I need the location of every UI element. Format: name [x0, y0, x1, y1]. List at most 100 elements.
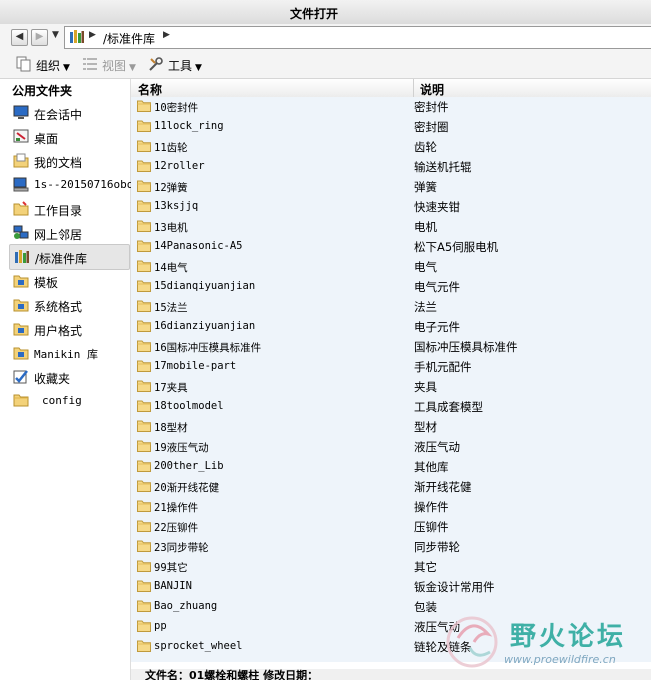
- table-row[interactable]: 11lock_ring 密封圈: [131, 117, 651, 137]
- history-dropdown-icon[interactable]: ▼: [52, 30, 59, 40]
- table-row[interactable]: 200ther_Lib 其他库: [131, 457, 651, 477]
- sidebar-item[interactable]: 网上邻居: [9, 221, 128, 245]
- row-name: 18toolmodel: [154, 400, 224, 412]
- column-header-description[interactable]: 说明: [420, 81, 444, 98]
- folder-icon: [137, 320, 151, 335]
- table-row[interactable]: 15法兰 法兰: [131, 297, 651, 317]
- folder-icon: [137, 180, 151, 195]
- folder-icon: [137, 400, 151, 415]
- row-name: 11lock_ring: [154, 120, 224, 132]
- sidebar-item[interactable]: 工作目录: [9, 197, 128, 221]
- file-rows: 10密封件 密封件 11lock_ring 密封圈 11齿轮 齿轮 12roller 输送机托…: [131, 97, 651, 662]
- table-row[interactable]: 10密封件 密封件: [131, 97, 651, 117]
- address-field[interactable]: ▶ /标准件库 ▶: [64, 26, 651, 49]
- row-name: 15法兰: [154, 302, 188, 314]
- table-row[interactable]: 12roller 输送机托辊: [131, 157, 651, 177]
- address-path[interactable]: /标准件库: [103, 30, 155, 47]
- row-name: BANJIN: [154, 580, 192, 592]
- row-name: 15dianqiyuanjian: [154, 280, 256, 292]
- column-divider[interactable]: [413, 79, 414, 97]
- file-list: 名称 说明 10密封件 密封件 11lock_ring 密封圈 11齿轮 齿轮 12roll…: [131, 79, 651, 669]
- sidebar-item[interactable]: 收藏夹: [9, 365, 128, 389]
- sidebar-item[interactable]: 1s--20150716obo: [9, 173, 133, 197]
- sidebar-item-label: 工作目录: [34, 204, 83, 218]
- table-row[interactable]: 14电气 电气: [131, 257, 651, 277]
- table-row[interactable]: 16dianziyuanjian 电子元件: [131, 317, 651, 337]
- sidebar-item-label: /标准件库: [35, 252, 88, 266]
- chevron-down-icon: ▼: [129, 63, 136, 73]
- table-row[interactable]: 18toolmodel 工具成套模型: [131, 397, 651, 417]
- folder-icon: [13, 393, 29, 410]
- sidebar-item-label: 系统格式: [34, 300, 83, 314]
- sidebar-item[interactable]: config: [9, 389, 128, 413]
- network-icon: [13, 225, 29, 243]
- folder-icon: [137, 240, 151, 255]
- sidebar-item-label: 用户格式: [34, 324, 83, 338]
- folder-icon: [137, 360, 151, 375]
- row-description: 压铆件: [414, 520, 449, 534]
- sidebar-item[interactable]: /标准件库: [9, 244, 130, 270]
- table-row[interactable]: 18型材 型材: [131, 417, 651, 437]
- row-description: 其它: [414, 560, 437, 574]
- tools-icon: [148, 56, 165, 75]
- row-name: 23同步带轮: [154, 542, 209, 554]
- list-header: 名称 说明: [131, 79, 651, 98]
- table-row[interactable]: 19液压气动 液压气动: [131, 437, 651, 457]
- row-description: 密封圈: [414, 120, 449, 134]
- folder-icon: [137, 420, 151, 435]
- sidebar-item[interactable]: 模板: [9, 269, 128, 293]
- sidebar-item[interactable]: 在会话中: [9, 101, 128, 125]
- view-label: 视图: [102, 59, 127, 73]
- sidebar-item[interactable]: 桌面: [9, 125, 128, 149]
- table-row[interactable]: 15dianqiyuanjian 电气元件: [131, 277, 651, 297]
- table-row[interactable]: 17夹具 夹具: [131, 377, 651, 397]
- row-name: 20渐开线花健: [154, 482, 220, 494]
- back-button[interactable]: ◀: [11, 29, 28, 46]
- table-row[interactable]: 23同步带轮 同步带轮: [131, 537, 651, 557]
- row-description: 电气元件: [414, 280, 460, 294]
- watermark-brand: 野火论坛: [510, 622, 627, 652]
- forward-button[interactable]: ▶: [31, 29, 48, 46]
- table-row[interactable]: 22压铆件 压铆件: [131, 517, 651, 537]
- row-description: 松下A5伺服电机: [414, 240, 499, 254]
- row-name: 17mobile-part: [154, 360, 237, 372]
- row-name: 12弹簧: [154, 182, 188, 194]
- table-row[interactable]: 11齿轮 齿轮: [131, 137, 651, 157]
- table-row[interactable]: 16国标冲压模具标准件 国标冲压模具标准件: [131, 337, 651, 357]
- path-separator-icon: ▶: [89, 30, 96, 40]
- sidebar-heading: 公用文件夹: [12, 84, 73, 98]
- table-row[interactable]: 21操作件 操作件: [131, 497, 651, 517]
- sidebar-item-label: Manikin 库: [34, 348, 98, 361]
- table-row[interactable]: 14Panasonic-A5 松下A5伺服电机: [131, 237, 651, 257]
- row-description: 齿轮: [414, 140, 437, 154]
- watermark-logo-icon: [446, 616, 498, 668]
- documents-icon: [13, 153, 29, 171]
- table-row[interactable]: 13ksjjq 快速夹钳: [131, 197, 651, 217]
- table-row[interactable]: 99其它 其它: [131, 557, 651, 577]
- folder-icon: [137, 140, 151, 155]
- sidebar-item[interactable]: 用户格式: [9, 317, 128, 341]
- folder-icon: [137, 120, 151, 135]
- sidebar-item-label: 收藏夹: [34, 372, 71, 386]
- folder-icon: [137, 580, 151, 595]
- folder-icon: [137, 300, 151, 315]
- row-description: 电气: [414, 260, 437, 274]
- column-header-name[interactable]: 名称: [138, 81, 162, 98]
- table-row[interactable]: BANJIN 钣金设计常用件: [131, 577, 651, 597]
- row-name: 19液压气动: [154, 442, 209, 454]
- library-icon: [69, 29, 85, 47]
- row-name: 12roller: [154, 160, 205, 172]
- table-row[interactable]: 20渐开线花健 渐开线花健: [131, 477, 651, 497]
- organize-icon: [16, 56, 33, 75]
- row-name: pp: [154, 620, 167, 632]
- sidebar-item[interactable]: 系统格式: [9, 293, 128, 317]
- row-description: 密封件: [414, 100, 449, 114]
- path-chevron-icon[interactable]: ▶: [163, 30, 170, 40]
- row-description: 国标冲压模具标准件: [414, 340, 518, 354]
- table-row[interactable]: 13电机 电机: [131, 217, 651, 237]
- table-row[interactable]: 12弹簧 弹簧: [131, 177, 651, 197]
- table-row[interactable]: 17mobile-part 手机元配件: [131, 357, 651, 377]
- sidebar-item[interactable]: 我的文档: [9, 149, 128, 173]
- folder-icon: [137, 500, 151, 515]
- sidebar-item[interactable]: Manikin 库: [9, 341, 128, 365]
